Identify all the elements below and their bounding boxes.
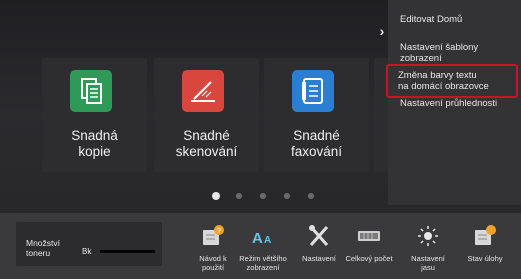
total-count-button[interactable]: Celkový počet xyxy=(342,225,396,277)
job-status-icon xyxy=(473,225,497,247)
brightness-button[interactable]: Nastavení jasu xyxy=(401,225,455,277)
page-dot-active[interactable] xyxy=(212,192,220,200)
menu-toggle-arrow[interactable]: › xyxy=(375,22,389,40)
tile-label: Snadné faxování xyxy=(290,128,343,159)
page-dot[interactable] xyxy=(284,193,290,199)
copy-icon xyxy=(70,70,112,112)
menu-item-edit-home[interactable]: Editovat Domů xyxy=(388,14,521,25)
tile-easy-scan[interactable]: Snadné skenování xyxy=(154,58,259,172)
svg-text:A: A xyxy=(264,235,271,246)
counter-icon xyxy=(357,225,381,247)
fax-icon xyxy=(292,70,334,112)
toner-label: Množství toneru xyxy=(26,238,61,258)
page-dot[interactable] xyxy=(260,193,266,199)
large-text-icon: A A xyxy=(251,225,275,247)
svg-text:?: ? xyxy=(217,228,221,235)
toner-channel-label: Bk xyxy=(82,247,92,256)
menu-item-change-text-color[interactable]: Změna barvy textu na domácí obrazovce xyxy=(386,64,518,98)
job-status-button[interactable]: Stav úlohy xyxy=(458,225,512,277)
tools-icon xyxy=(307,225,331,247)
settings-button[interactable]: Nastavení xyxy=(292,225,346,277)
tile-label: Snadné skenování xyxy=(175,128,238,159)
side-menu: Editovat Domů Nastavení šablony zobrazen… xyxy=(386,0,521,205)
tile-easy-copy[interactable]: Snadná kopie xyxy=(42,58,147,172)
menu-item-transparency[interactable]: Nastavení průhlednosti xyxy=(388,98,521,109)
brightness-icon xyxy=(416,225,440,247)
guide-icon: ? xyxy=(201,225,225,247)
large-display-mode-button[interactable]: A A Režim většího zobrazení xyxy=(236,225,290,277)
menu-item-display-template[interactable]: Nastavení šablony zobrazení xyxy=(388,42,521,64)
toner-level-fill xyxy=(100,250,155,253)
tile-easy-fax[interactable]: Snadné faxování xyxy=(264,58,369,172)
home-screen: Snadná kopie Snadné skenování Snadné fax… xyxy=(0,0,521,279)
svg-text:A: A xyxy=(252,230,263,247)
page-dot[interactable] xyxy=(308,193,314,199)
bottom-bar-label: Stav úlohy xyxy=(467,254,503,263)
tile-label: Snadná kopie xyxy=(71,128,118,159)
toner-level-bar xyxy=(100,250,155,253)
scan-icon xyxy=(182,70,224,112)
toner-panel: Množství toneru Bk xyxy=(16,222,162,266)
page-dot[interactable] xyxy=(236,193,242,199)
